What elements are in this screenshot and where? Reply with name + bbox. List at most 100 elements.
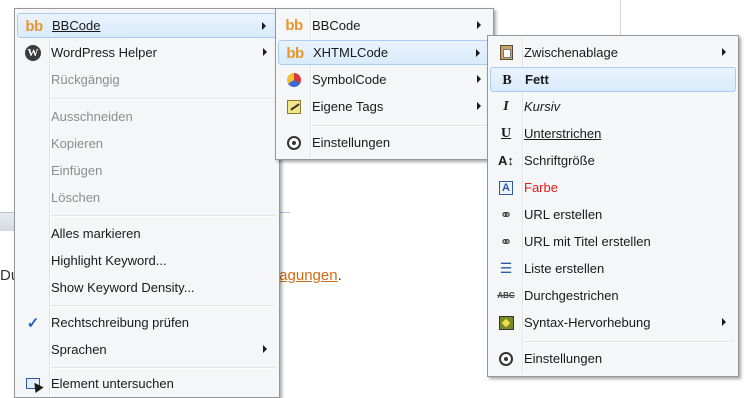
submenu-arrow-icon bbox=[477, 75, 481, 83]
menu-item-bbcode-sub[interactable]: bb BBCode bbox=[278, 13, 491, 38]
menu-item-label: Syntax-Hervorhebung bbox=[524, 315, 651, 330]
page-link-period: . bbox=[337, 267, 342, 284]
menu-item-label: XHTMLCode bbox=[313, 45, 389, 60]
menu-item-inspect-element[interactable]: Element untersuchen bbox=[17, 371, 277, 396]
menu-item-settings[interactable]: Einstellungen bbox=[490, 346, 736, 371]
submenu-arrow-icon bbox=[263, 345, 267, 353]
menu-item-create-url[interactable]: ⚭ URL erstellen bbox=[490, 202, 736, 227]
menu-item-label: URL mit Titel erstellen bbox=[524, 234, 651, 249]
submenu-arrow-icon bbox=[476, 49, 480, 57]
menu-item-label: Einstellungen bbox=[524, 351, 603, 366]
menu-item-label: BBCode bbox=[312, 18, 361, 33]
submenu-arrow-icon bbox=[477, 21, 481, 29]
xhtml-submenu: Zwischenablage B Fett I Kursiv U Unterst… bbox=[487, 35, 739, 377]
submenu-arrow-icon bbox=[262, 22, 266, 30]
menu-item-syntax-highlighting[interactable]: Syntax-Hervorhebung bbox=[490, 310, 736, 335]
syntax-icon bbox=[496, 313, 516, 332]
menu-item-label: Schriftgröße bbox=[524, 153, 595, 168]
menu-item-italic[interactable]: I Kursiv bbox=[490, 94, 736, 119]
menu-separator bbox=[51, 98, 275, 100]
menu-item-copy[interactable]: Kopieren bbox=[17, 131, 277, 156]
list-icon: ☰ bbox=[499, 260, 513, 276]
menu-item-create-url-with-title[interactable]: ⚭ URL mit Titel erstellen bbox=[490, 229, 736, 254]
menu-item-bbcode[interactable]: bb BBCode bbox=[17, 13, 277, 38]
menu-item-label: Alles markieren bbox=[51, 226, 141, 241]
menu-separator bbox=[51, 305, 275, 307]
menu-item-custom-tags[interactable]: Eigene Tags bbox=[278, 94, 491, 119]
menu-item-label: WordPress Helper bbox=[51, 45, 157, 60]
page-link[interactable]: tragungen bbox=[270, 267, 338, 284]
bbcode-submenu: bb BBCode bb XHTMLCode SymbolCode Eigene… bbox=[275, 8, 494, 160]
menu-item-paste[interactable]: Einfügen bbox=[17, 158, 277, 183]
link-icon: ⚭ bbox=[499, 206, 513, 224]
menu-item-xhtmlcode[interactable]: bb XHTMLCode bbox=[278, 40, 491, 65]
menu-item-clipboard[interactable]: Zwischenablage bbox=[490, 40, 736, 65]
menu-item-label: Durchgestrichen bbox=[524, 288, 619, 303]
menu-item-label: Farbe bbox=[524, 180, 558, 195]
menu-item-label: BBCode bbox=[52, 18, 101, 33]
menu-separator bbox=[312, 125, 489, 127]
checkmark-icon: ✓ bbox=[26, 314, 40, 332]
submenu-arrow-icon bbox=[263, 48, 267, 56]
menu-item-label: SymbolCode bbox=[312, 72, 387, 87]
menu-item-label: Sprachen bbox=[51, 342, 107, 357]
menu-item-select-all[interactable]: Alles markieren bbox=[17, 221, 277, 246]
menu-item-label: Unterstrichen bbox=[524, 126, 602, 141]
menu-item-label: Rechtschreibung prüfen bbox=[51, 315, 190, 330]
submenu-arrow-icon bbox=[722, 318, 726, 326]
bold-icon: B bbox=[502, 72, 512, 88]
menu-item-show-keyword-density[interactable]: Show Keyword Density... bbox=[17, 275, 277, 300]
bbcode-icon: bb bbox=[25, 18, 43, 35]
wordpress-icon: W bbox=[23, 43, 43, 62]
menu-item-label: Zwischenablage bbox=[524, 45, 618, 60]
settings-icon bbox=[284, 133, 304, 152]
font-size-icon: A↕ bbox=[498, 153, 514, 168]
symbol-icon bbox=[284, 70, 304, 89]
italic-icon: I bbox=[503, 98, 509, 114]
strikethrough-icon: ABC bbox=[497, 291, 515, 300]
menu-item-label: Fett bbox=[525, 72, 549, 87]
menu-separator bbox=[51, 367, 275, 369]
page-tab-edge bbox=[0, 213, 15, 231]
menu-item-label: Liste erstellen bbox=[524, 261, 605, 276]
menu-item-strikethrough[interactable]: ABC Durchgestrichen bbox=[490, 283, 736, 308]
menu-item-label: Löschen bbox=[51, 190, 101, 205]
settings-icon bbox=[496, 349, 516, 368]
link-icon: ⚭ bbox=[499, 233, 513, 251]
menu-item-label: Kopieren bbox=[51, 136, 104, 151]
menu-item-font-size[interactable]: A↕ Schriftgröße bbox=[490, 148, 736, 173]
menu-item-label: Eigene Tags bbox=[312, 99, 384, 114]
menu-item-undo[interactable]: Rückgängig bbox=[17, 67, 277, 92]
menu-item-highlight-keyword[interactable]: Highlight Keyword... bbox=[17, 248, 277, 273]
page-link-line: tragungen. bbox=[270, 267, 342, 284]
menu-item-bold[interactable]: B Fett bbox=[490, 67, 736, 92]
menu-item-label: Ausschneiden bbox=[51, 109, 133, 124]
menu-item-label: Highlight Keyword... bbox=[51, 253, 167, 268]
menu-item-create-list[interactable]: ☰ Liste erstellen bbox=[490, 256, 736, 281]
menu-item-wordpress-helper[interactable]: W WordPress Helper bbox=[17, 40, 277, 65]
page-vertical-rule bbox=[620, 0, 621, 36]
menu-item-label: Show Keyword Density... bbox=[51, 280, 195, 295]
menu-item-symbolcode[interactable]: SymbolCode bbox=[278, 67, 491, 92]
menu-item-color[interactable]: A Farbe bbox=[490, 175, 736, 200]
underline-icon: U bbox=[500, 125, 512, 141]
submenu-arrow-icon bbox=[477, 102, 481, 110]
menu-item-delete[interactable]: Löschen bbox=[17, 185, 277, 210]
clipboard-icon bbox=[496, 43, 516, 62]
menu-item-label: Rückgängig bbox=[51, 72, 120, 87]
inspect-element-icon bbox=[23, 374, 43, 393]
menu-separator bbox=[524, 341, 734, 343]
menu-separator bbox=[51, 215, 275, 217]
menu-item-label: Einfügen bbox=[51, 163, 103, 178]
menu-item-settings[interactable]: Einstellungen bbox=[278, 130, 491, 155]
menu-item-label: Kursiv bbox=[524, 99, 561, 114]
menu-item-label: URL erstellen bbox=[524, 207, 603, 222]
menu-item-spellcheck[interactable]: ✓ Rechtschreibung prüfen bbox=[17, 310, 277, 335]
color-icon: A bbox=[496, 178, 516, 197]
menu-item-cut[interactable]: Ausschneiden bbox=[17, 104, 277, 129]
bbcode-icon: bb bbox=[286, 45, 304, 62]
menu-item-label: Element untersuchen bbox=[51, 376, 174, 391]
menu-item-languages[interactable]: Sprachen bbox=[17, 337, 277, 362]
menu-item-label: Einstellungen bbox=[312, 135, 391, 150]
menu-item-underline[interactable]: U Unterstrichen bbox=[490, 121, 736, 146]
